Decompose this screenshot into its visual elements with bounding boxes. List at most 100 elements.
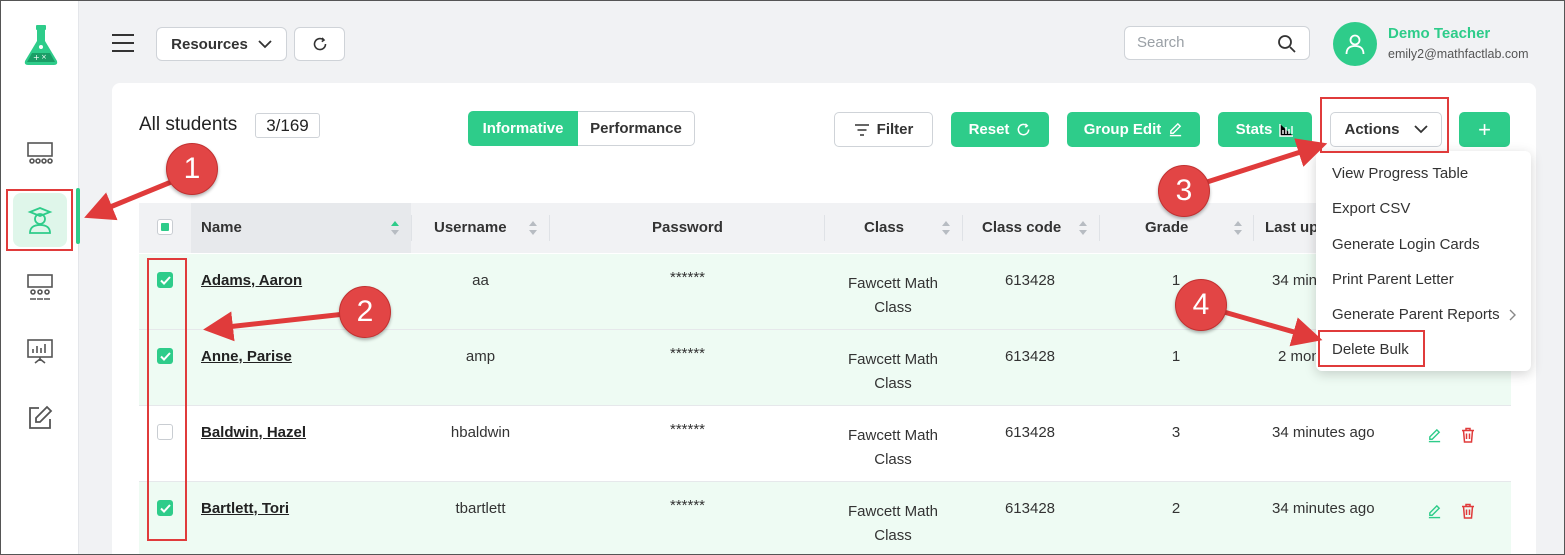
col-header-last-updated[interactable]: Last up — [1265, 219, 1318, 236]
table-row[interactable]: Baldwin, Hazel hbaldwin ****** Fawcett M… — [139, 406, 1511, 482]
refresh-button[interactable] — [294, 27, 345, 61]
col-separator — [549, 215, 550, 241]
avatar[interactable] — [1333, 22, 1377, 66]
class-name-line: Class — [874, 527, 912, 544]
add-student-button[interactable]: + — [1459, 112, 1510, 147]
annotation-highlight-delete-bulk — [1318, 330, 1425, 367]
view-performance-tab[interactable]: Performance — [578, 111, 695, 146]
edit-icon[interactable] — [1427, 428, 1442, 443]
left-nav-rail: + × — [1, 1, 79, 554]
col-header-grade[interactable]: Grade — [1145, 219, 1188, 236]
table-row[interactable]: Anne, Parise amp ****** Fawcett Math Cla… — [139, 330, 1511, 406]
col-header-class[interactable]: Class — [864, 219, 904, 236]
col-separator — [824, 215, 825, 241]
reset-button[interactable]: Reset — [951, 112, 1049, 147]
last-updated-cell: 2 mon — [1278, 348, 1320, 365]
view-informative-tab[interactable]: Informative — [468, 111, 578, 146]
annotation-highlight-checkboxes — [147, 258, 187, 541]
nav-groups[interactable] — [13, 260, 67, 314]
callout-step-1: 1 — [166, 143, 218, 195]
sort-icon[interactable] — [1233, 220, 1243, 236]
col-header-name[interactable]: Name — [201, 219, 242, 236]
menu-toggle-icon[interactable] — [112, 34, 134, 52]
filter-label: Filter — [876, 121, 914, 138]
student-name-link[interactable]: Bartlett, Tori — [201, 500, 289, 517]
select-all-checkbox[interactable] — [157, 219, 173, 235]
user-email: emily2@mathfactlab.com — [1388, 47, 1529, 61]
menu-item-generate-parent-reports[interactable]: Generate Parent Reports — [1332, 306, 1500, 323]
presentation-chart-icon — [27, 339, 53, 364]
resources-label: Resources — [171, 35, 248, 53]
col-header-class-code[interactable]: Class code — [982, 219, 1061, 236]
indeterminate-mark — [161, 223, 169, 231]
col-separator — [411, 215, 412, 241]
edit-square-icon — [29, 405, 53, 429]
class-name-line: Class — [874, 451, 912, 468]
class-name-line: Class — [874, 299, 912, 316]
password-cell: ****** — [669, 421, 706, 438]
edit-icon[interactable] — [1427, 504, 1442, 519]
resources-dropdown[interactable]: Resources — [156, 27, 287, 61]
filter-lines-icon — [854, 123, 869, 136]
class-code-cell: 613428 — [1004, 424, 1056, 441]
callout-step-2: 2 — [339, 286, 391, 338]
classroom-icon — [27, 142, 53, 164]
menu-item-view-progress-table[interactable]: View Progress Table — [1332, 165, 1468, 182]
col-separator — [962, 215, 963, 241]
search-icon[interactable] — [1277, 34, 1297, 54]
refresh-icon — [1018, 123, 1030, 136]
active-nav-indicator — [76, 188, 80, 244]
last-updated-cell: 34 minutes ago — [1272, 500, 1375, 517]
sort-icon[interactable] — [528, 220, 538, 236]
col-separator — [1099, 215, 1100, 241]
group-board-icon — [27, 274, 53, 300]
class-code-cell: 613428 — [1004, 272, 1056, 289]
class-name-line: Fawcett Math — [847, 275, 939, 292]
student-name-link[interactable]: Baldwin, Hazel — [201, 424, 306, 441]
menu-item-generate-login-cards[interactable]: Generate Login Cards — [1332, 236, 1480, 253]
password-cell: ****** — [669, 497, 706, 514]
class-name-line: Fawcett Math — [847, 351, 939, 368]
username-cell: tbartlett — [455, 500, 506, 517]
username-cell: aa — [472, 272, 489, 289]
menu-item-print-parent-letter[interactable]: Print Parent Letter — [1332, 271, 1454, 288]
bar-chart-icon — [1279, 123, 1294, 137]
sort-icon[interactable] — [941, 220, 951, 236]
reset-label: Reset — [968, 121, 1010, 138]
nav-edit[interactable] — [13, 391, 67, 445]
stats-button[interactable]: Stats — [1218, 112, 1312, 147]
sort-asc-icon[interactable] — [390, 220, 400, 236]
menu-item-export-csv[interactable]: Export CSV — [1332, 200, 1410, 217]
chevron-right-icon — [1509, 309, 1516, 321]
student-name-link[interactable]: Anne, Parise — [201, 348, 292, 365]
class-name-line: Fawcett Math — [847, 503, 939, 520]
svg-text:×: × — [41, 53, 47, 61]
table-row[interactable]: Bartlett, Tori tbartlett ****** Fawcett … — [139, 482, 1511, 555]
grade-cell: 2 — [1171, 500, 1181, 517]
flask-logo-icon[interactable]: + × — [21, 23, 61, 67]
chevron-down-icon — [258, 39, 272, 48]
refresh-icon — [313, 37, 326, 51]
username-cell: amp — [465, 348, 496, 365]
trash-icon[interactable] — [1461, 427, 1475, 443]
search-input[interactable] — [1137, 34, 1267, 51]
trash-icon[interactable] — [1461, 503, 1475, 519]
class-code-cell: 613428 — [1004, 500, 1056, 517]
sort-icon[interactable] — [1078, 220, 1088, 236]
user-icon — [1345, 34, 1365, 55]
annotation-highlight-students-nav — [6, 189, 73, 251]
group-edit-label: Group Edit — [1083, 121, 1162, 138]
search-box[interactable] — [1124, 26, 1310, 60]
pencil-icon — [1170, 122, 1182, 137]
grade-cell: 1 — [1171, 348, 1181, 365]
student-name-link[interactable]: Adams, Aaron — [201, 272, 302, 289]
filter-button[interactable]: Filter — [834, 112, 933, 147]
grade-cell: 3 — [1171, 424, 1181, 441]
nav-classroom[interactable] — [13, 127, 67, 181]
user-name: Demo Teacher — [1388, 25, 1491, 42]
col-header-username[interactable]: Username — [434, 219, 507, 236]
group-edit-button[interactable]: Group Edit — [1067, 112, 1200, 147]
class-code-cell: 613428 — [1004, 348, 1056, 365]
nav-reports[interactable] — [13, 324, 67, 378]
password-cell: ****** — [669, 269, 706, 286]
